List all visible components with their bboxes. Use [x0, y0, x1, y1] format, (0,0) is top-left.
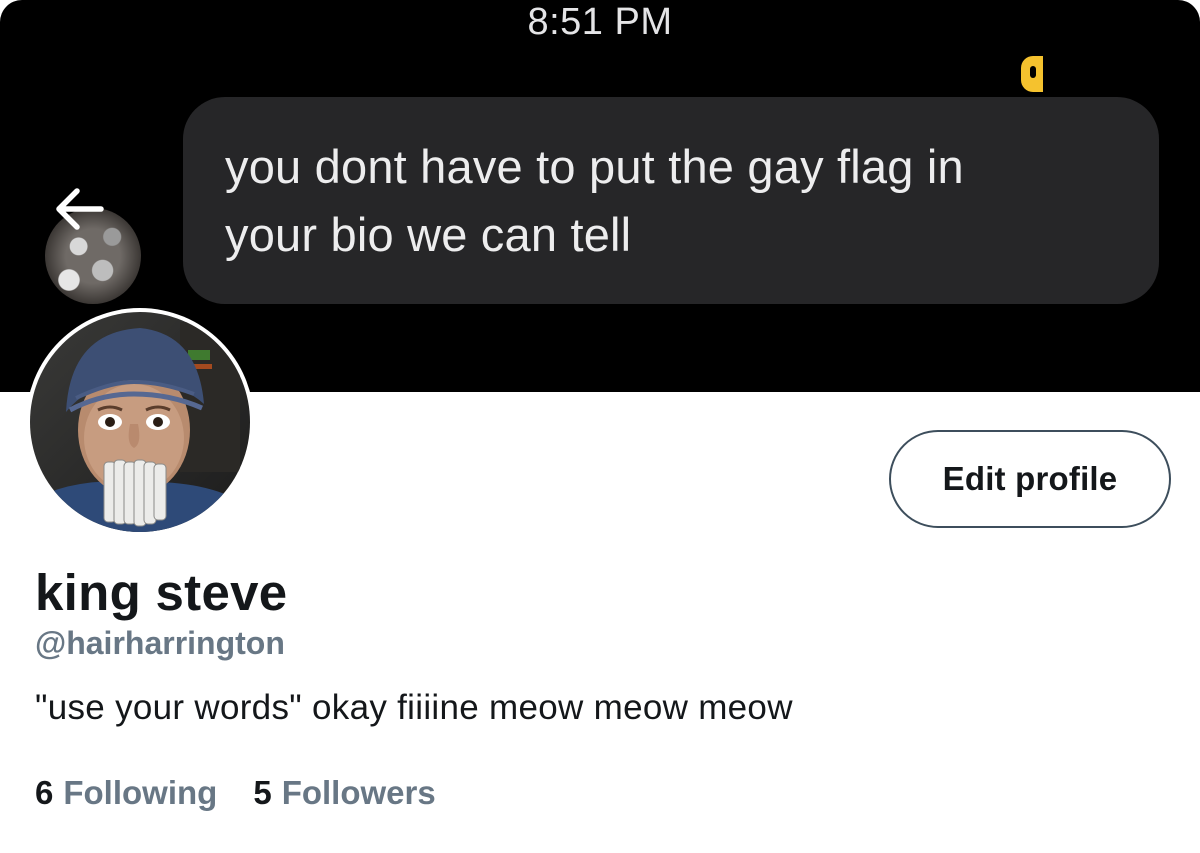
avatar-photo — [30, 312, 250, 532]
screenshot-time: 8:51 PM — [527, 1, 673, 43]
message-bubble: you dont have to put the gay flag in you… — [183, 97, 1159, 304]
profile-avatar[interactable] — [26, 308, 254, 536]
followers-label: Followers — [281, 774, 436, 811]
display-name: king steve — [35, 564, 288, 621]
following-stat[interactable]: 6 Following — [35, 773, 217, 813]
followers-count: 5 — [253, 774, 272, 811]
following-label: Following — [63, 774, 218, 811]
followers-stat[interactable]: 5 Followers — [253, 773, 435, 813]
back-arrow-icon — [56, 188, 104, 230]
profile-bio: "use your words" okay fiiiine meow meow … — [35, 688, 793, 727]
following-count: 6 — [35, 774, 54, 811]
follow-stats: 6 Following 5 Followers — [35, 773, 436, 813]
message-text: you dont have to put the gay flag in you… — [225, 140, 964, 261]
edit-profile-button[interactable]: Edit profile — [889, 430, 1171, 528]
user-handle: @hairharrington — [35, 625, 285, 661]
back-button[interactable] — [46, 176, 112, 242]
emoji-fragment-icon — [1021, 56, 1043, 92]
